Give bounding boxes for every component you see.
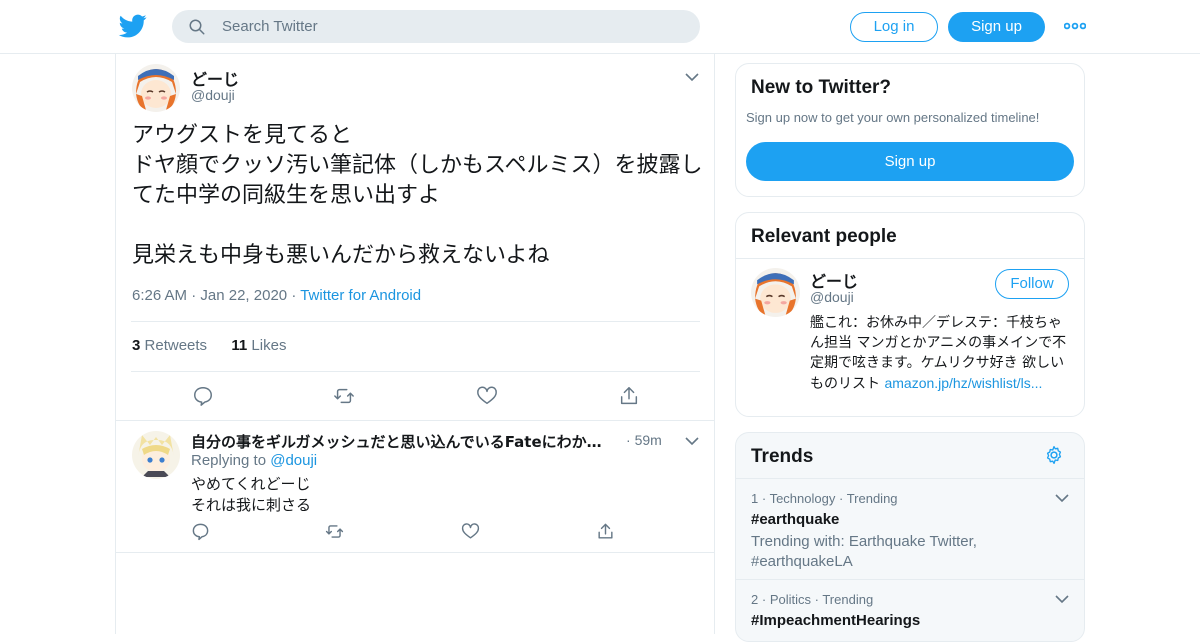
trends-card: Trends 1 · Technology · Trending #earthq… xyxy=(735,432,1085,642)
chevron-down-icon[interactable] xyxy=(1055,594,1069,604)
avatar[interactable] xyxy=(132,64,180,112)
tweet-author-handle[interactable]: @douji xyxy=(191,87,235,103)
trend-tag[interactable]: #earthquake xyxy=(751,511,839,528)
gear-icon[interactable] xyxy=(1044,445,1064,465)
like-heart-icon[interactable] xyxy=(461,522,480,541)
dot-separator: · xyxy=(291,287,301,304)
person-avatar[interactable] xyxy=(751,268,800,317)
divider xyxy=(116,552,714,553)
share-icon[interactable] xyxy=(596,522,615,541)
chevron-down-icon[interactable] xyxy=(1055,493,1069,503)
relevant-people-title: Relevant people xyxy=(751,226,897,247)
retweet-icon[interactable] xyxy=(333,385,355,407)
signup-button[interactable]: Sign up xyxy=(948,12,1045,42)
retweets-label: Retweets xyxy=(144,337,208,354)
tweet-timestamp[interactable]: 6:26 AM · Jan 22, 2020 · Twitter for And… xyxy=(132,287,421,304)
relevant-people-card: Relevant people どーじ @douji Follow 艦これ：お休… xyxy=(735,212,1085,417)
tweet-date: Jan 22, 2020 xyxy=(200,287,288,304)
search-box[interactable] xyxy=(172,10,700,43)
dot-separator: · xyxy=(191,287,201,304)
chevron-down-icon[interactable] xyxy=(685,436,699,446)
dot-separator: · xyxy=(761,592,770,607)
replying-to-mention[interactable]: @douji xyxy=(270,452,317,469)
reply-avatar-image xyxy=(132,431,180,479)
retweet-icon[interactable] xyxy=(325,522,344,541)
twitter-bird-icon[interactable] xyxy=(118,12,148,40)
trend-item[interactable]: 2 · Politics · Trending #ImpeachmentHear… xyxy=(736,579,1084,641)
reply-author-name[interactable]: 自分の事をギルガメッシュだと思い込んでいるFateにわかの... xyxy=(191,431,616,452)
search-input[interactable] xyxy=(222,10,682,43)
person-avatar-image xyxy=(751,268,800,317)
person-bio-link[interactable]: amazon.jp/hz/wishlist/ls... xyxy=(884,375,1042,391)
tweet-text: アウグストを見てると ドヤ顔でクッソ汚い筆記体（しかもスペルミス）を披露してた中… xyxy=(132,123,703,268)
tweet-stats: 3 Retweets 11 Likes xyxy=(132,337,286,354)
trend-related: Trending with: Earthquake Twitter, #eart… xyxy=(751,533,977,570)
top-navigation-bar: Log in Sign up xyxy=(0,0,1200,54)
trend-meta: 1 · Technology · Trending xyxy=(751,491,898,506)
trend-status: Trending xyxy=(846,491,898,506)
replying-to-label: Replying to xyxy=(191,452,267,469)
avatar-image xyxy=(132,64,180,112)
likes-label: Likes xyxy=(251,337,287,354)
dot-separator: · xyxy=(838,491,847,506)
likes-count: 11 xyxy=(231,337,248,354)
person-handle[interactable]: @douji xyxy=(810,289,854,305)
new-to-twitter-card: New to Twitter? Sign up now to get your … xyxy=(735,63,1085,197)
reply-time-value: 59m xyxy=(634,432,662,448)
likes-stat[interactable]: 11 Likes xyxy=(231,337,286,354)
trends-title: Trends xyxy=(751,446,814,467)
search-icon xyxy=(189,19,205,35)
trend-rank: 1 xyxy=(751,491,759,506)
divider xyxy=(736,258,1084,259)
new-to-twitter-title: New to Twitter? xyxy=(751,77,892,98)
more-dots-icon[interactable] xyxy=(1064,20,1086,32)
reply-text: やめてくれどーじ それは我に刺さる xyxy=(191,475,312,514)
replying-to: Replying to @douji xyxy=(191,452,317,469)
tweet-source-link[interactable]: Twitter for Android xyxy=(300,287,421,304)
new-to-twitter-subtitle: Sign up now to get your own personalized… xyxy=(746,110,1040,125)
trend-rank: 2 xyxy=(751,592,759,607)
reply-time[interactable]: · 59m xyxy=(626,432,662,448)
dot-separator: · xyxy=(761,491,770,506)
trend-category: Technology xyxy=(769,491,836,506)
share-icon[interactable] xyxy=(618,385,640,407)
chevron-down-icon[interactable] xyxy=(685,72,699,82)
trend-item[interactable]: 1 · Technology · Trending #earthquake Tr… xyxy=(736,478,1084,579)
login-button[interactable]: Log in xyxy=(850,12,938,42)
trend-tag[interactable]: #ImpeachmentHearings xyxy=(751,612,920,629)
divider xyxy=(131,321,700,322)
reply-icon[interactable] xyxy=(191,522,210,541)
tweet-time: 6:26 AM xyxy=(132,287,188,304)
divider xyxy=(131,371,700,372)
divider xyxy=(116,420,714,421)
trend-status: Trending xyxy=(822,592,874,607)
timeline-column: どーじ @douji アウグストを見てると ドヤ顔でクッソ汚い筆記体（しかもスペ… xyxy=(115,54,715,634)
trend-category: Politics xyxy=(769,592,811,607)
trend-meta: 2 · Politics · Trending xyxy=(751,592,873,607)
like-heart-icon[interactable] xyxy=(476,385,498,407)
person-bio: 艦これ：お休み中／デレステ：千枝ちゃん担当 マンガとかアニメの事メインで不定期で… xyxy=(810,313,1072,394)
follow-button[interactable]: Follow xyxy=(995,269,1069,299)
dot-separator: · xyxy=(626,432,635,448)
retweets-stat[interactable]: 3 Retweets xyxy=(132,337,207,354)
reply-avatar[interactable] xyxy=(132,431,180,479)
retweets-count: 3 xyxy=(132,337,141,354)
reply-icon[interactable] xyxy=(192,385,214,407)
sidebar-signup-button[interactable]: Sign up xyxy=(746,142,1074,181)
